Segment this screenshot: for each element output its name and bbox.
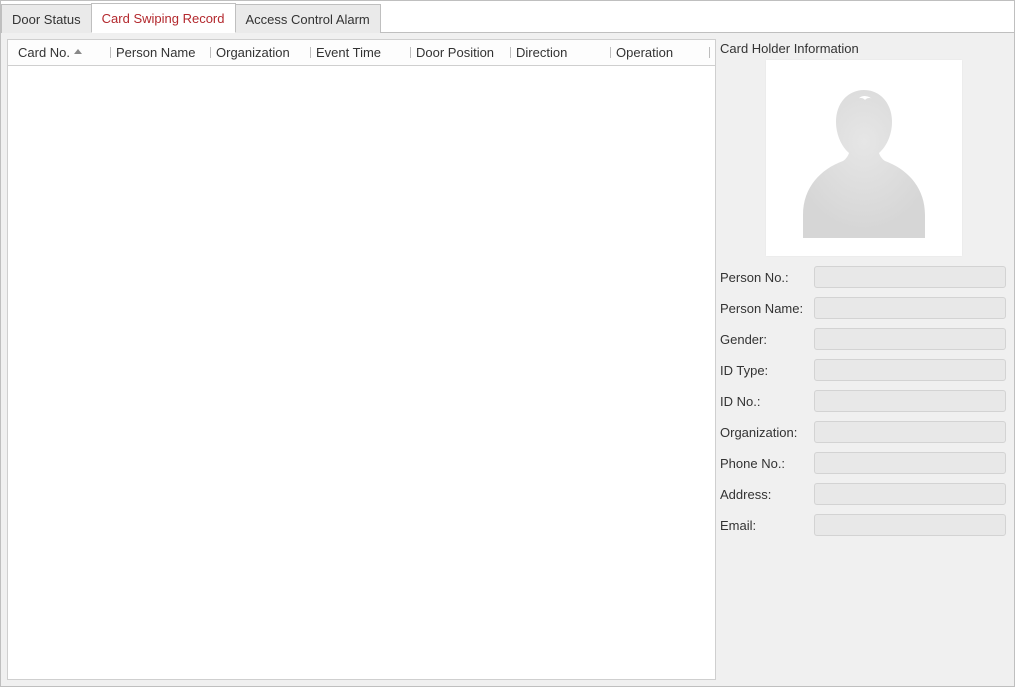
- field-label: ID No.:: [720, 394, 814, 409]
- column-label: Organization: [216, 45, 290, 60]
- column-header-door-position[interactable]: Door Position: [412, 40, 512, 65]
- gender-input[interactable]: [814, 328, 1006, 350]
- organization-input[interactable]: [814, 421, 1006, 443]
- field-gender: Gender:: [720, 328, 1006, 350]
- field-organization: Organization:: [720, 421, 1006, 443]
- person-silhouette-icon: [794, 78, 934, 238]
- column-label: Operation: [616, 45, 673, 60]
- column-header-end: [711, 40, 715, 65]
- column-header-operation[interactable]: Operation: [612, 40, 711, 65]
- id-no-input[interactable]: [814, 390, 1006, 412]
- column-separator: [510, 47, 511, 58]
- tab-bar: Door Status Card Swiping Record Access C…: [1, 1, 1014, 33]
- field-id-no: ID No.:: [720, 390, 1006, 412]
- field-id-type: ID Type:: [720, 359, 1006, 381]
- column-separator: [210, 47, 211, 58]
- records-table: Card No. Person Name Organization Event …: [7, 39, 716, 680]
- address-input[interactable]: [814, 483, 1006, 505]
- phone-no-input[interactable]: [814, 452, 1006, 474]
- field-label: Person Name:: [720, 301, 814, 316]
- column-separator: [110, 47, 111, 58]
- person-name-input[interactable]: [814, 297, 1006, 319]
- column-label: Event Time: [316, 45, 381, 60]
- column-header-card-no[interactable]: Card No.: [14, 40, 112, 65]
- column-header-person-name[interactable]: Person Name: [112, 40, 212, 65]
- field-phone-no: Phone No.:: [720, 452, 1006, 474]
- table-body: [8, 66, 715, 679]
- column-separator: [709, 47, 710, 58]
- column-header-direction[interactable]: Direction: [512, 40, 612, 65]
- column-header-event-time[interactable]: Event Time: [312, 40, 412, 65]
- card-holder-panel: Card Holder Information Person No.:: [720, 39, 1008, 680]
- tab-card-swiping-record[interactable]: Card Swiping Record: [91, 3, 236, 33]
- tab-access-control-alarm[interactable]: Access Control Alarm: [235, 4, 381, 33]
- column-separator: [310, 47, 311, 58]
- content-area: Card No. Person Name Organization Event …: [1, 33, 1014, 686]
- tab-door-status[interactable]: Door Status: [1, 4, 92, 33]
- field-label: Person No.:: [720, 270, 814, 285]
- column-label: Direction: [516, 45, 567, 60]
- field-label: Email:: [720, 518, 814, 533]
- field-label: Phone No.:: [720, 456, 814, 471]
- field-email: Email:: [720, 514, 1006, 536]
- field-person-name: Person Name:: [720, 297, 1006, 319]
- table-header-row: Card No. Person Name Organization Event …: [8, 40, 715, 66]
- column-label: Card No.: [18, 45, 70, 60]
- sort-ascending-icon[interactable]: [74, 49, 82, 54]
- column-header-organization[interactable]: Organization: [212, 40, 312, 65]
- field-label: ID Type:: [720, 363, 814, 378]
- field-label: Address:: [720, 487, 814, 502]
- card-holder-form: Person No.: Person Name: Gender: ID Type…: [720, 266, 1008, 536]
- panel-title: Card Holder Information: [720, 39, 1008, 60]
- person-no-input[interactable]: [814, 266, 1006, 288]
- field-person-no: Person No.:: [720, 266, 1006, 288]
- email-input[interactable]: [814, 514, 1006, 536]
- field-label: Organization:: [720, 425, 814, 440]
- field-address: Address:: [720, 483, 1006, 505]
- column-separator: [410, 47, 411, 58]
- app-root: Door Status Card Swiping Record Access C…: [0, 0, 1015, 687]
- column-label: Person Name: [116, 45, 195, 60]
- column-separator: [610, 47, 611, 58]
- id-type-input[interactable]: [814, 359, 1006, 381]
- field-label: Gender:: [720, 332, 814, 347]
- avatar-placeholder: [766, 60, 962, 256]
- column-label: Door Position: [416, 45, 494, 60]
